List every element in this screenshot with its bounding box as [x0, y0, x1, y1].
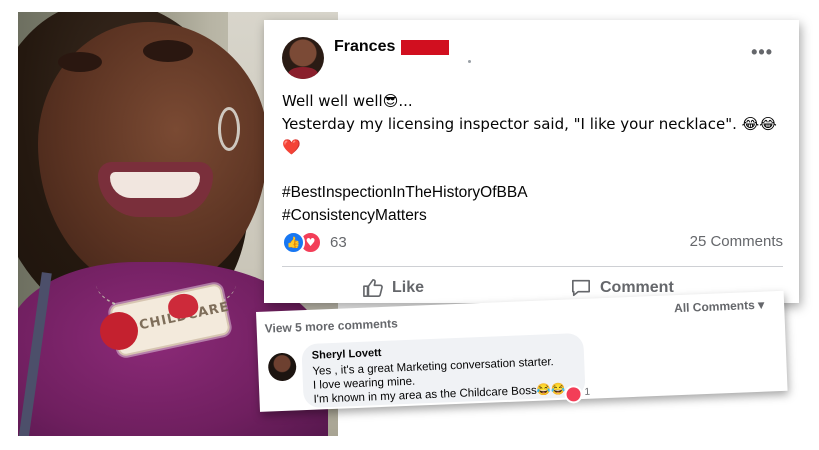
facebook-post: Frances ••• Well well well😎... Yesterday… — [264, 20, 799, 303]
redaction-bar — [401, 39, 450, 55]
view-more-comments-link[interactable]: View 5 more comments — [264, 316, 398, 335]
divider — [282, 266, 783, 267]
author-name[interactable]: Frances — [334, 38, 395, 56]
hashtag-1[interactable]: #BestInspectionInTheHistoryOfBBA — [282, 181, 787, 204]
like-label: Like — [392, 279, 425, 296]
photo-teeth — [110, 172, 200, 198]
hashtag-2[interactable]: #ConsistencyMatters — [282, 204, 787, 227]
post-line-1: Well well well😎... — [282, 92, 413, 110]
post-text: Well well well😎... Yesterday my licensin… — [282, 90, 787, 227]
more-horizontal-icon[interactable]: ••• — [751, 42, 773, 63]
post-line-2: Yesterday my licensing inspector said, "… — [282, 115, 777, 156]
comment-icon — [572, 279, 591, 297]
comment-bubble: Sheryl Lovett Yes , it's a great Marketi… — [301, 332, 586, 409]
comments-section: View 5 more comments All Comments ▾ Sher… — [256, 290, 788, 412]
photo-eye-left — [58, 52, 102, 72]
post-meta-dot — [468, 60, 471, 63]
comments-filter-label: All Comments — [673, 297, 756, 316]
post-author[interactable]: Frances — [334, 38, 450, 56]
like-button[interactable]: Like — [362, 278, 424, 298]
comment-label: Comment — [600, 279, 674, 296]
author-avatar[interactable] — [282, 37, 324, 79]
chevron-down-icon: ▾ — [757, 297, 765, 312]
thumbs-up-icon — [363, 279, 383, 297]
commenter-avatar[interactable] — [267, 352, 297, 382]
photo-eye-right — [143, 40, 193, 62]
comment-reaction-count: 1 — [584, 386, 591, 398]
photo-apple-charm — [100, 312, 138, 350]
comments-filter-dropdown[interactable]: All Comments ▾ — [674, 298, 765, 316]
reactions-summary[interactable]: 👍 ♥ 63 — [282, 231, 347, 254]
reactions-count: 63 — [330, 234, 347, 251]
photo-earring — [218, 107, 240, 151]
like-reaction-icon: 👍 — [282, 231, 305, 254]
comment-love-reaction-icon[interactable] — [564, 384, 583, 404]
comments-count[interactable]: 25 Comments — [690, 233, 783, 250]
